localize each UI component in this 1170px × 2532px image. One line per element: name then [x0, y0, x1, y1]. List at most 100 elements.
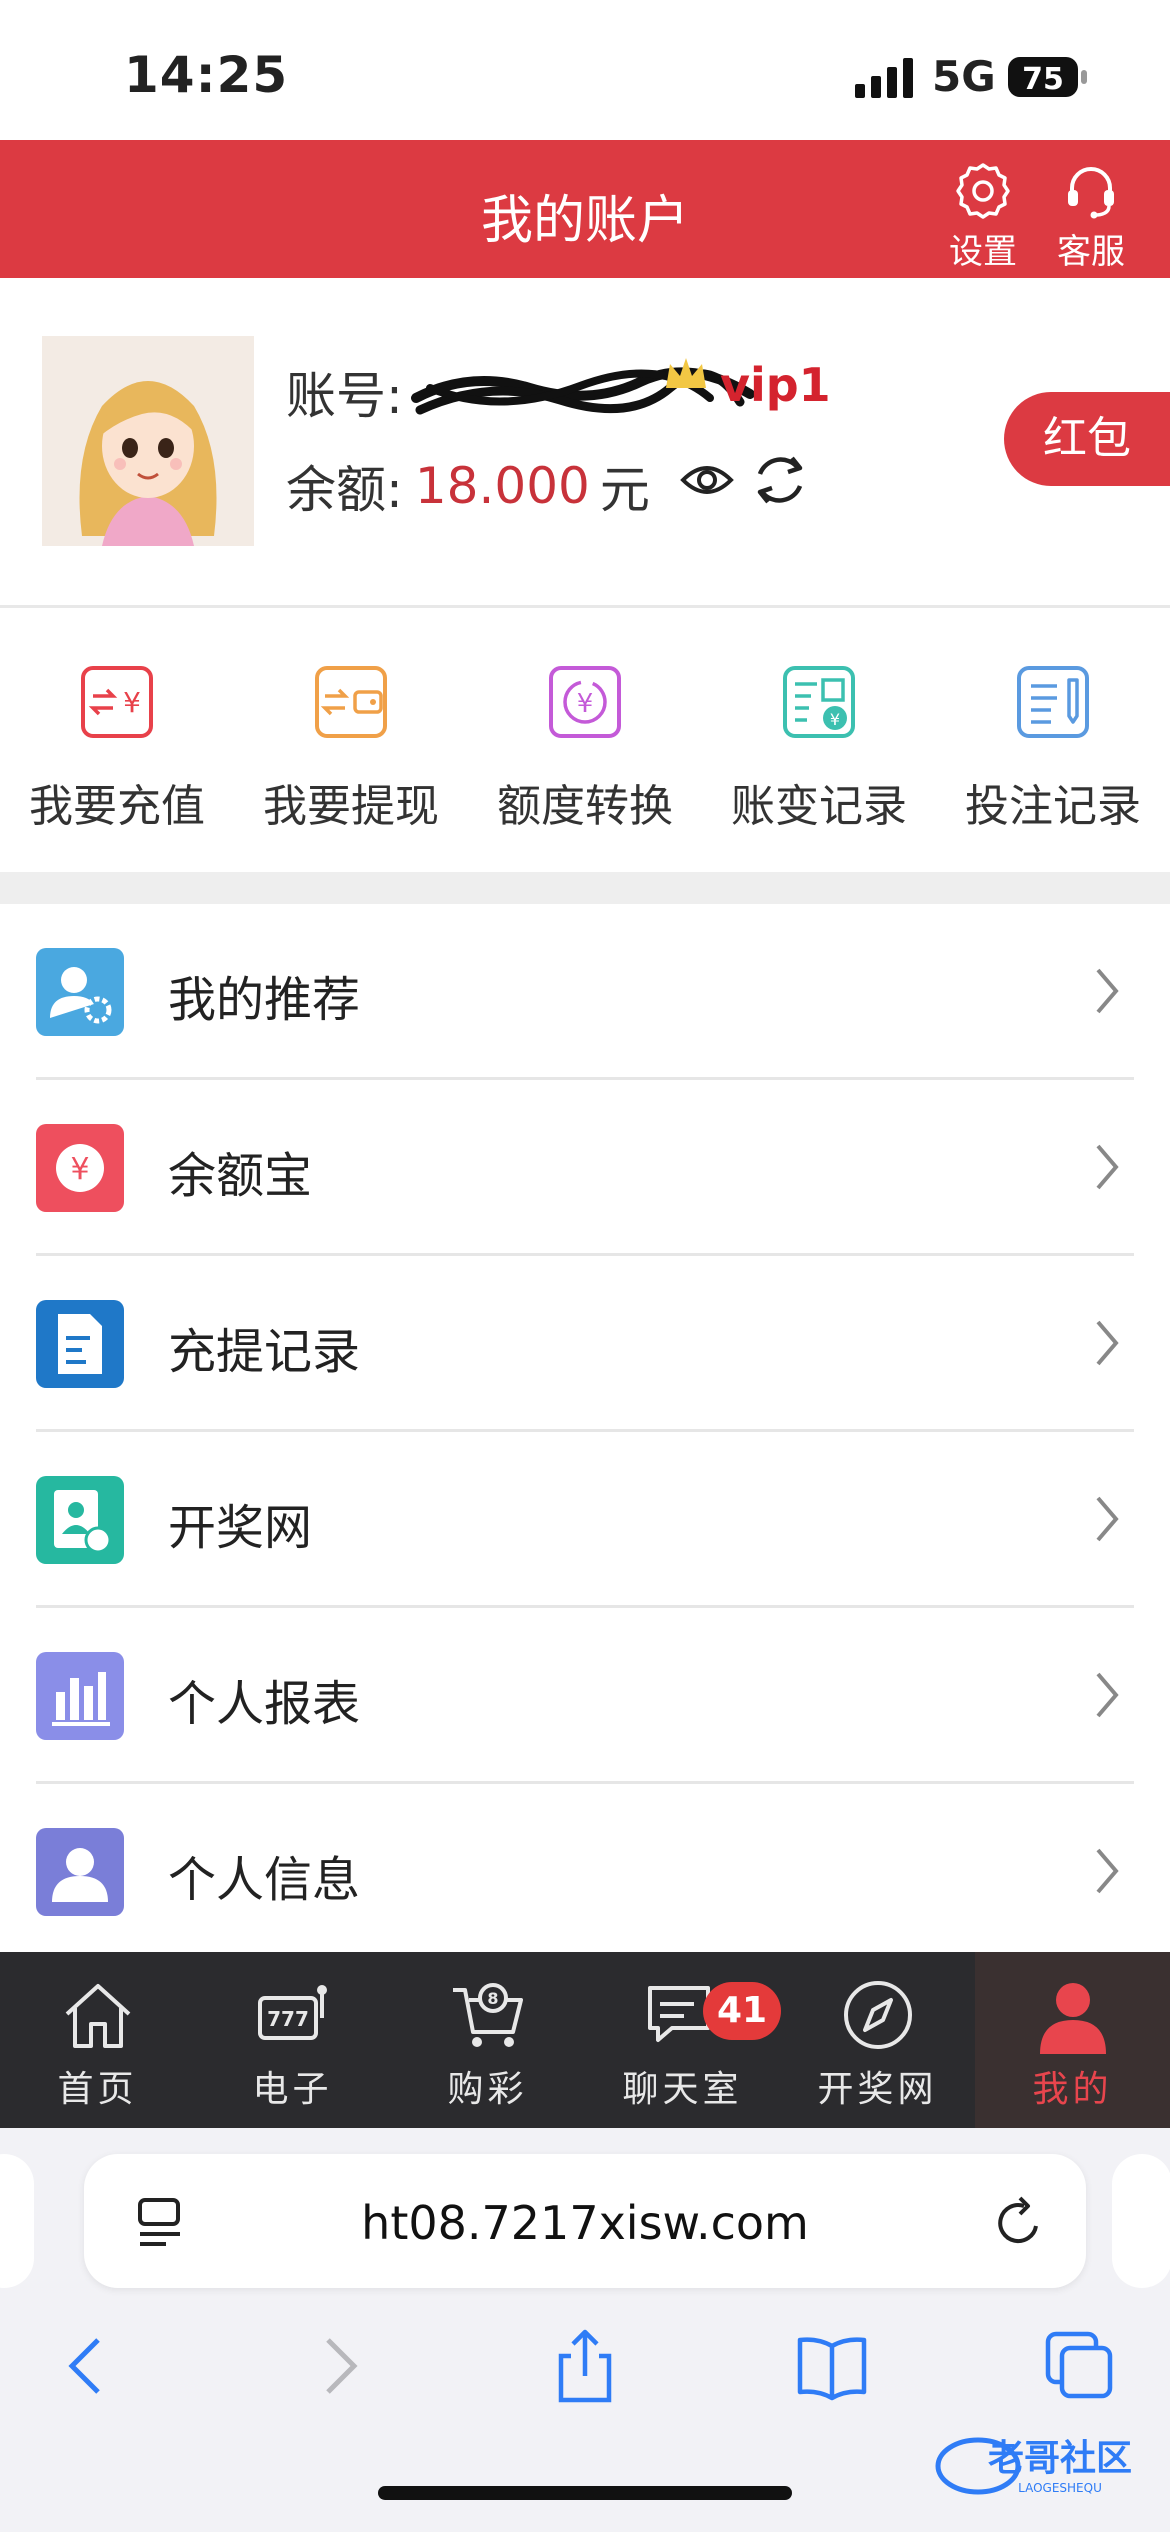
tab-mine[interactable]: 我的 — [975, 1952, 1170, 2128]
compass-icon — [843, 1981, 912, 2049]
chevron-right-icon — [1096, 1144, 1119, 1190]
tab-electronic[interactable]: 777 电子 — [195, 1952, 390, 2128]
quick-action-label: 账变记录 — [731, 781, 907, 832]
refresh-balance-icon[interactable] — [750, 450, 810, 510]
quick-actions: ¥ 我要充值 我要提现 ¥ 额度转换 ¥ 账变记录 投注记录 — [0, 610, 1170, 872]
yuebao-icon: ¥ — [36, 1124, 124, 1212]
bookmarks-button[interactable] — [792, 2326, 872, 2406]
watermark-logo: 老哥社区 LAOGESHEQU — [935, 2437, 1132, 2495]
crown-icon — [666, 358, 706, 388]
menu-item-report[interactable]: 个人报表 — [36, 1608, 1134, 1784]
settings-button[interactable]: 设置 — [938, 160, 1028, 273]
svg-text:¥: ¥ — [70, 1152, 89, 1187]
red-packet-button[interactable]: 红包 — [1004, 392, 1170, 486]
quick-action-label: 投注记录 — [965, 781, 1141, 832]
tab-label: 聊天室 — [622, 2069, 743, 2110]
currency-label: 元 — [599, 461, 650, 519]
tab-home[interactable]: 首页 — [0, 1952, 195, 2128]
quick-action-bet-record[interactable]: 投注记录 — [936, 610, 1170, 872]
menu-item-deposit-withdraw-record[interactable]: 充提记录 — [36, 1256, 1134, 1432]
account-change-icon: ¥ — [783, 666, 855, 738]
menu-item-label: 我的推荐 — [168, 972, 361, 1028]
menu-item-label: 充提记录 — [168, 1324, 361, 1380]
balance-row: 余额: 18.000 元 — [286, 450, 650, 522]
svg-text:777: 777 — [267, 2007, 309, 2031]
chevron-left-icon — [68, 2338, 100, 2394]
battery-level: 75 — [1022, 62, 1064, 97]
home-indicator[interactable] — [378, 2486, 792, 2500]
url-text: ht08.7217xisw.com — [361, 2196, 809, 2250]
quick-action-deposit[interactable]: ¥ 我要充值 — [0, 610, 234, 872]
svg-text:8: 8 — [487, 1989, 498, 2008]
svg-text:¥: ¥ — [123, 686, 141, 719]
tabs-icon — [1045, 2331, 1113, 2399]
bet-record-icon — [1017, 666, 1089, 738]
back-button[interactable] — [48, 2326, 128, 2406]
address-bar[interactable]: ht08.7217xisw.com — [84, 2154, 1086, 2288]
profile-icon — [36, 1828, 124, 1916]
page-header: 我的账户 设置 客服 — [0, 140, 1170, 278]
customer-service-button[interactable]: 客服 — [1046, 160, 1136, 273]
quick-action-label: 我要提现 — [263, 781, 439, 832]
lottery-results-icon — [36, 1476, 124, 1564]
tab-lottery-results[interactable]: 开奖网 — [780, 1952, 975, 2128]
menu-item-label: 个人报表 — [168, 1676, 361, 1732]
share-button[interactable] — [545, 2326, 625, 2406]
transfer-icon: ¥ — [549, 666, 621, 738]
deposit-icon: ¥ — [81, 666, 153, 738]
settings-label: 设置 — [949, 232, 1017, 272]
forward-button[interactable] — [298, 2326, 378, 2406]
quick-action-transfer[interactable]: ¥ 额度转换 — [468, 610, 702, 872]
menu-item-label: 个人信息 — [168, 1852, 361, 1908]
eye-icon[interactable] — [680, 458, 734, 502]
avatar[interactable] — [42, 336, 254, 546]
quick-action-account-change[interactable]: ¥ 账变记录 — [702, 610, 936, 872]
user-icon — [1039, 1983, 1106, 2054]
gear-icon — [956, 163, 1010, 219]
tab-label: 首页 — [57, 2069, 138, 2110]
chevron-right-icon — [1096, 1496, 1119, 1542]
battery-icon: 75 — [1008, 57, 1087, 97]
network-type: 5G — [932, 52, 996, 101]
tab-label: 电子 — [252, 2069, 333, 2110]
chat-unread-badge: 41 — [703, 1982, 781, 2040]
account-label: 账号: — [286, 367, 403, 425]
page: 14:25 5G 75 我的账户 设置 客服 账号: vip1 余额: 18.0… — [0, 0, 1170, 2532]
browser-toolbar: ht08.7217xisw.com 老哥社区 LAOGESHEQU — [0, 2128, 1170, 2532]
menu-item-yuebao[interactable]: ¥ 余额宝 — [36, 1080, 1134, 1256]
tab-chat-room[interactable]: 聊天室 41 — [585, 1952, 781, 2128]
withdraw-icon — [315, 666, 387, 738]
account-card: 账号: vip1 余额: 18.000 元 红包 — [0, 278, 1170, 608]
menu-item-lottery-results[interactable]: 开奖网 — [36, 1432, 1134, 1608]
quick-action-withdraw[interactable]: 我要提现 — [234, 610, 468, 872]
menu-item-referral[interactable]: 我的推荐 — [36, 904, 1134, 1080]
chevron-right-icon — [1096, 1848, 1119, 1894]
chevron-right-icon — [1096, 1672, 1119, 1718]
referral-icon — [36, 948, 124, 1036]
avatar-image — [42, 336, 254, 546]
balance-value: 18.000 — [414, 457, 590, 515]
tab-label: 购彩 — [447, 2069, 528, 2110]
account-menu: 我的推荐 ¥ 余额宝 充提记录 开奖网 个人报表 个人信息 — [0, 904, 1170, 1960]
status-time: 14:25 — [124, 46, 289, 104]
watermark-text: 老哥社区 — [988, 2438, 1132, 2479]
tab-buy-lottery[interactable]: 8 购彩 — [390, 1952, 585, 2128]
watermark-subtext: LAOGESHEQU — [1018, 2481, 1102, 2495]
chevron-right-icon — [326, 2338, 358, 2394]
chevron-right-icon — [1096, 968, 1119, 1014]
vip-level: vip1 — [720, 358, 831, 412]
menu-item-profile[interactable]: 个人信息 — [36, 1784, 1134, 1960]
section-divider — [0, 872, 1170, 904]
tabs-button[interactable] — [1040, 2326, 1120, 2406]
menu-item-label: 余额宝 — [168, 1148, 313, 1204]
tab-label: 我的 — [1032, 2069, 1113, 2110]
chevron-right-icon — [1096, 1320, 1119, 1366]
slot-machine-icon: 777 — [257, 1985, 327, 2040]
book-icon — [797, 2337, 867, 2401]
reload-icon[interactable] — [992, 2194, 1046, 2250]
share-icon — [558, 2329, 612, 2403]
home-icon — [65, 1984, 130, 2048]
next-tab-preview[interactable] — [1112, 2154, 1170, 2288]
previous-tab-preview[interactable] — [0, 2154, 34, 2288]
service-label: 客服 — [1057, 232, 1125, 272]
